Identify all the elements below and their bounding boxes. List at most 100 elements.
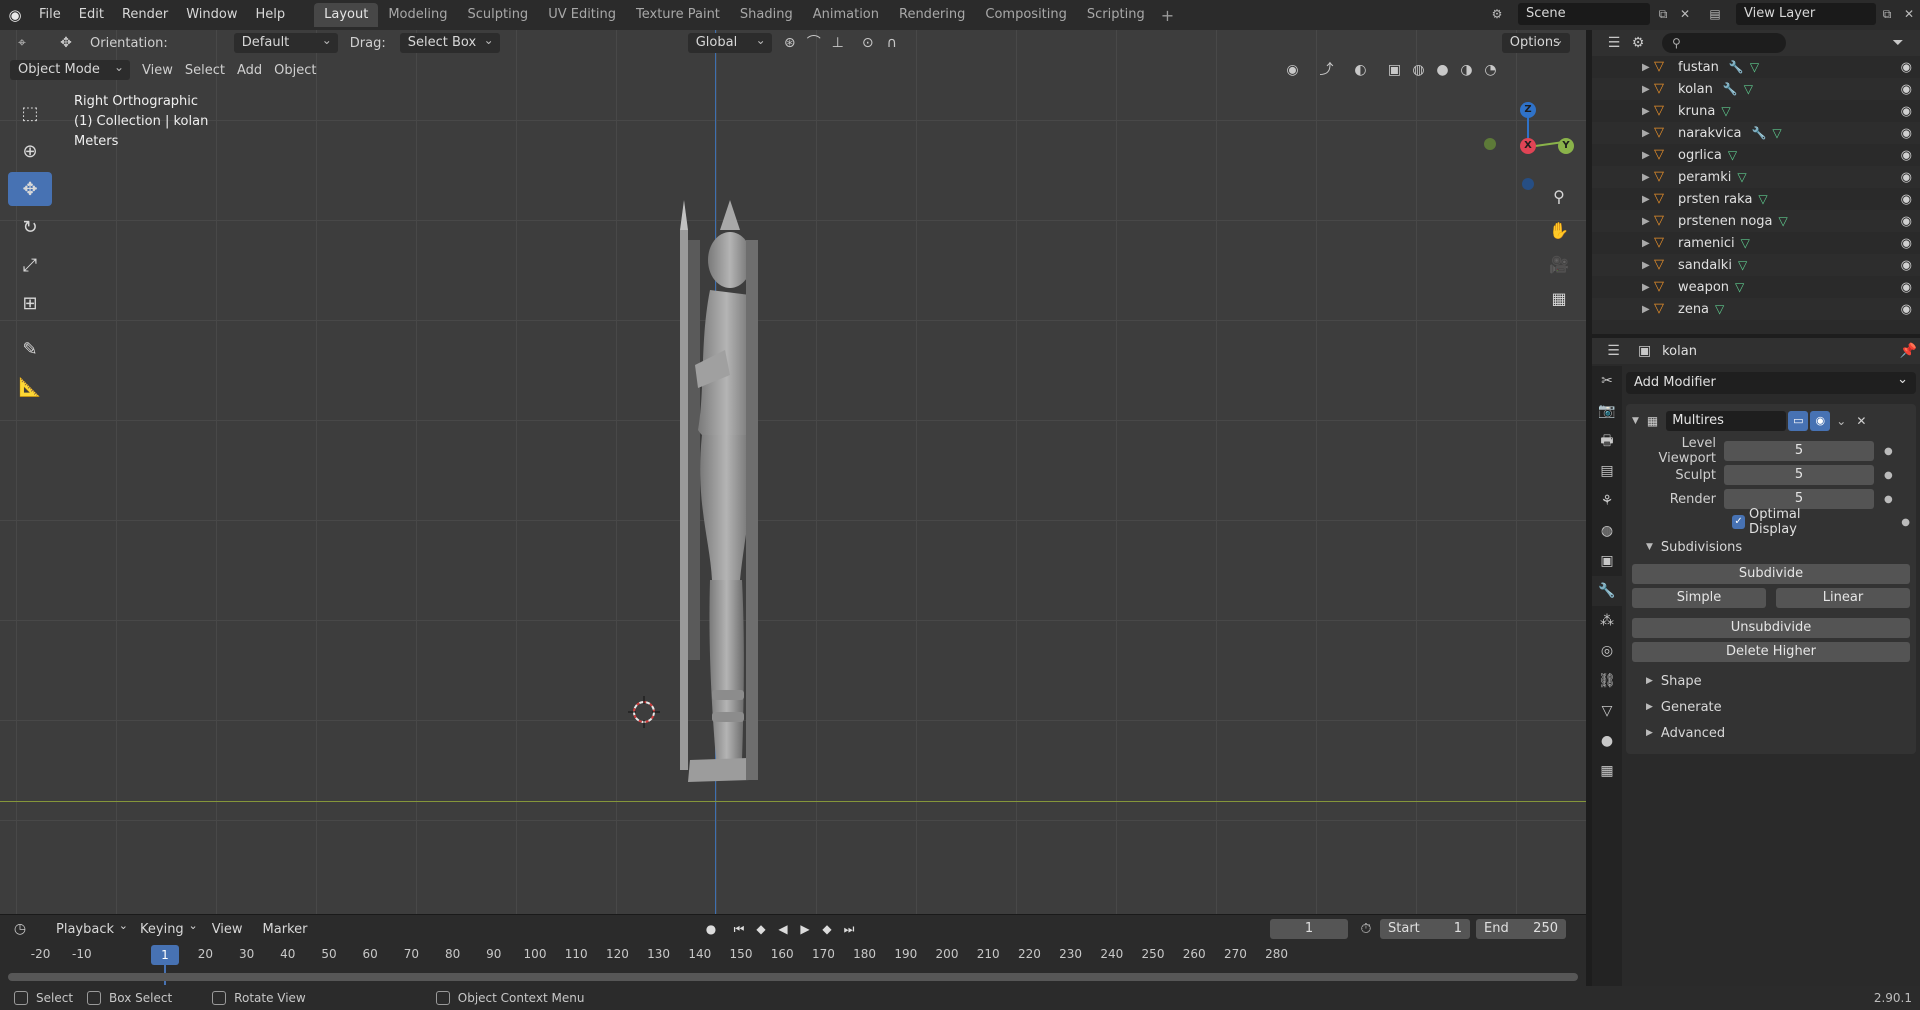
end-frame-field[interactable]: End 250 xyxy=(1476,919,1566,939)
outliner-item[interactable]: ▶ ▽ kolan 🔧 ▽ ◉ xyxy=(1592,78,1920,100)
tool-tab-icon[interactable]: ✂ xyxy=(1592,366,1622,396)
mesh-data-icon[interactable]: ▽ xyxy=(1715,302,1724,316)
output-tab-icon[interactable]: 🖶 xyxy=(1592,426,1622,456)
expand-arrow-icon[interactable]: ▶ xyxy=(1642,304,1654,315)
visibility-eye-icon[interactable]: ◉ xyxy=(1901,236,1912,251)
orientation-dropdown[interactable]: Default xyxy=(233,30,338,53)
show-render-icon[interactable]: ◉ xyxy=(1810,411,1831,431)
marker-menu[interactable]: Marker xyxy=(253,922,318,937)
modifier-tab-icon[interactable]: 🔧 xyxy=(1592,576,1622,606)
overlays-icon[interactable]: ◐ xyxy=(1348,60,1372,80)
menu-file[interactable]: File xyxy=(30,0,70,30)
expand-arrow-icon[interactable]: ▶ xyxy=(1642,84,1654,95)
transform-orientation-dropdown[interactable]: Global xyxy=(687,30,772,53)
playhead-frame[interactable]: 1 xyxy=(151,945,179,965)
gizmo-y-axis[interactable]: Y xyxy=(1558,138,1574,154)
data-tab-icon[interactable]: ▽ xyxy=(1592,696,1622,726)
level-viewport-field[interactable]: 5 xyxy=(1724,441,1874,461)
mesh-data-icon[interactable]: ▽ xyxy=(1779,214,1788,228)
prev-keyframe-icon[interactable]: ◆ xyxy=(750,919,772,939)
gizmo-z-axis[interactable]: Z xyxy=(1520,102,1536,118)
rotate-tool-icon[interactable]: ↻ xyxy=(8,210,52,244)
outliner-editor-icon[interactable]: ☰ xyxy=(1602,33,1626,53)
timeline-editor-type-icon[interactable]: ◷ xyxy=(8,919,32,939)
annotate-tool-icon[interactable]: ✎ xyxy=(8,332,52,366)
texture-tab-icon[interactable]: ▦ xyxy=(1592,756,1622,786)
mesh-data-icon[interactable]: ▽ xyxy=(1735,280,1744,294)
mesh-data-icon[interactable]: ▽ xyxy=(1750,60,1759,74)
falloff-icon[interactable]: ∩ xyxy=(880,33,904,53)
shading-material-icon[interactable]: ◑ xyxy=(1454,60,1478,80)
world-tab-icon[interactable]: ◍ xyxy=(1592,516,1622,546)
scene-selector-icon[interactable]: ⚙ xyxy=(1486,3,1508,25)
subdivide-button[interactable]: Subdivide xyxy=(1632,564,1910,584)
add-workspace-icon[interactable]: + xyxy=(1155,6,1180,25)
mesh-data-icon[interactable]: ▽ xyxy=(1744,82,1753,96)
visibility-eye-icon[interactable]: ◉ xyxy=(1901,104,1912,119)
tab-modeling[interactable]: Modeling xyxy=(378,3,457,27)
timeline-view-menu[interactable]: View xyxy=(202,922,253,937)
playback-menu[interactable]: Playback xyxy=(48,919,132,937)
object-tab-icon[interactable]: ▣ xyxy=(1592,546,1622,576)
properties-editor-icon[interactable]: ☰ xyxy=(1602,341,1625,361)
new-scene-icon[interactable]: ⧉ xyxy=(1652,3,1674,25)
move-tool-icon[interactable]: ✥ xyxy=(8,172,52,206)
menu-render[interactable]: Render xyxy=(113,0,177,30)
visibility-eye-icon[interactable]: ◉ xyxy=(1901,170,1912,185)
delete-higher-button[interactable]: Delete Higher xyxy=(1632,642,1910,662)
render-field[interactable]: 5 xyxy=(1724,489,1874,509)
linear-button[interactable]: Linear xyxy=(1776,588,1910,608)
sculpt-field[interactable]: 5 xyxy=(1724,465,1874,485)
mode-dropdown[interactable]: Object Mode xyxy=(10,57,130,80)
expand-arrow-icon[interactable]: ▶ xyxy=(1642,238,1654,249)
transform-tool-icon[interactable]: ⊞ xyxy=(8,286,52,320)
physics-tab-icon[interactable]: ◎ xyxy=(1592,636,1622,666)
3d-cursor-icon[interactable] xyxy=(628,696,660,728)
modifier-wrench-icon[interactable]: 🔧 xyxy=(1723,82,1738,96)
generate-section[interactable]: ▶ Generate xyxy=(1632,694,1910,720)
preview-range-icon[interactable]: ⏱ xyxy=(1354,919,1378,939)
view-layer-icon[interactable]: ▤ xyxy=(1704,3,1726,25)
outliner-search-input[interactable]: ⚲ xyxy=(1662,33,1786,53)
subdivisions-section[interactable]: ▼ Subdivisions xyxy=(1632,534,1910,560)
scene-tab-icon[interactable]: ⚘ xyxy=(1592,486,1622,516)
sculpted-figure-model[interactable] xyxy=(650,200,800,800)
expand-arrow-icon[interactable]: ▶ xyxy=(1642,194,1654,205)
pivot-point-icon[interactable]: ⊛ xyxy=(778,33,802,53)
outliner-item[interactable]: ▶ ▽ ogrlica ▽ ◉ xyxy=(1592,144,1920,166)
snap-target-icon[interactable]: ⊥ xyxy=(826,33,850,53)
remove-modifier-icon[interactable]: ✕ xyxy=(1856,414,1866,428)
visibility-eye-icon[interactable]: ◉ xyxy=(1901,192,1912,207)
modifier-menu-icon[interactable]: ⌄ xyxy=(1836,414,1846,428)
keying-menu[interactable]: Keying xyxy=(132,919,202,937)
snap-icon[interactable]: ⌒ xyxy=(802,33,826,53)
proportional-edit-icon[interactable]: ⊙ xyxy=(856,33,880,53)
gizmo-toggle-icon[interactable]: ⤴ xyxy=(1314,60,1338,80)
modifier-name-field[interactable]: Multires xyxy=(1666,411,1787,431)
start-frame-field[interactable]: Start 1 xyxy=(1380,919,1470,939)
optimal-display-checkbox[interactable]: ✓ xyxy=(1732,515,1746,529)
outliner-item[interactable]: ▶ ▽ fustan 🔧 ▽ ◉ xyxy=(1592,56,1920,78)
delete-scene-icon[interactable]: ✕ xyxy=(1674,3,1696,25)
play-reverse-icon[interactable]: ◀ xyxy=(772,919,794,939)
menu-select[interactable]: Select xyxy=(185,63,225,78)
outliner-item[interactable]: ▶ ▽ peramki ▽ ◉ xyxy=(1592,166,1920,188)
visibility-eye-icon[interactable]: ◉ xyxy=(1901,82,1912,97)
delete-view-layer-icon[interactable]: ✕ xyxy=(1898,3,1920,25)
outliner-item[interactable]: ▶ ▽ ramenici ▽ ◉ xyxy=(1592,232,1920,254)
gizmo-neg-z[interactable] xyxy=(1522,178,1534,190)
mesh-data-icon[interactable]: ▽ xyxy=(1772,126,1781,140)
render-tab-icon[interactable]: 📷 xyxy=(1592,396,1622,426)
jump-start-icon[interactable]: ⏮ xyxy=(728,919,750,939)
record-icon[interactable]: ● xyxy=(700,919,722,939)
shading-wireframe-icon[interactable]: ◍ xyxy=(1406,60,1430,80)
expand-arrow-icon[interactable]: ▶ xyxy=(1642,150,1654,161)
visibility-eye-icon[interactable]: ◉ xyxy=(1901,214,1912,229)
tab-compositing[interactable]: Compositing xyxy=(975,3,1077,27)
shape-section[interactable]: ▶ Shape xyxy=(1632,668,1910,694)
modifier-wrench-icon[interactable]: 🔧 xyxy=(1751,126,1766,140)
unsubdivide-button[interactable]: Unsubdivide xyxy=(1632,618,1910,638)
expand-arrow-icon[interactable]: ▶ xyxy=(1642,172,1654,183)
keyframe-dot-icon[interactable]: ● xyxy=(1884,446,1893,457)
mesh-data-icon[interactable]: ▽ xyxy=(1737,170,1746,184)
